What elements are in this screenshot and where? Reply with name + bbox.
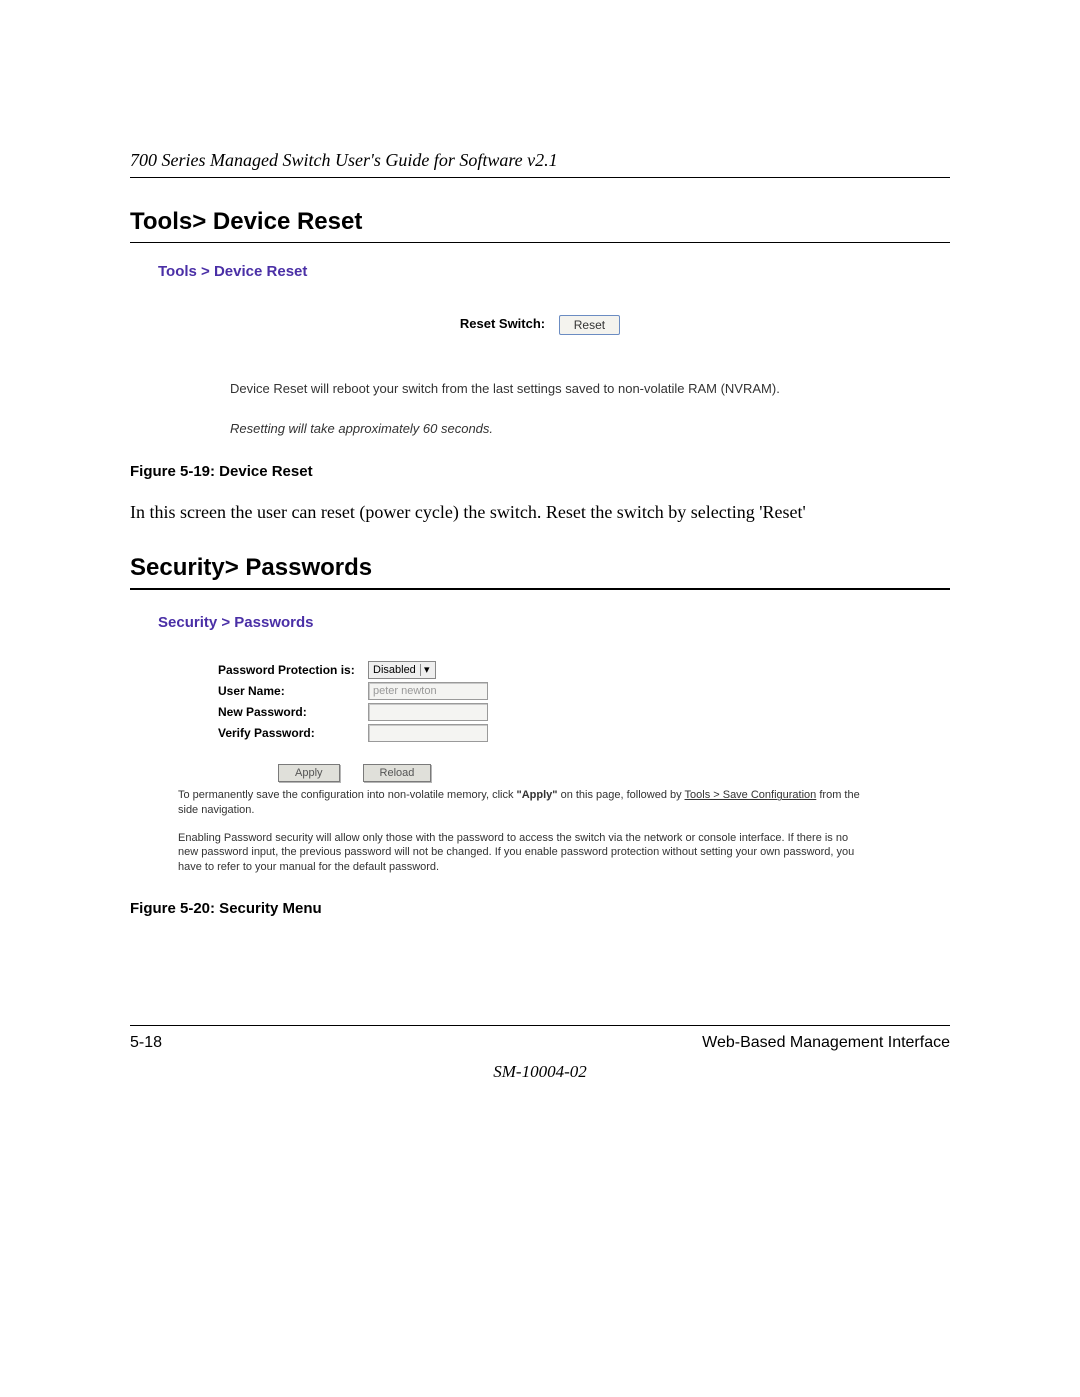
section-heading-security-passwords: Security> Passwords <box>130 554 950 582</box>
new-password-input[interactable]: . <box>368 703 488 721</box>
section1-body-text: In this screen the user can reset (power… <box>130 500 950 524</box>
help1-part-d: Tools > Save Configuration <box>685 789 817 801</box>
running-head: 700 Series Managed Switch User's Guide f… <box>130 150 950 178</box>
document-id: SM-10004-02 <box>130 1062 950 1082</box>
chevron-down-icon: ▾ <box>420 664 433 676</box>
section-heading-tools-device-reset: Tools> Device Reset <box>130 208 950 236</box>
footer-section-title: Web-Based Management Interface <box>702 1034 950 1052</box>
verify-password-input[interactable]: . <box>368 724 488 742</box>
username-label: User Name: <box>218 684 368 698</box>
password-protection-label: Password Protection is: <box>218 663 368 677</box>
figure-help-text-1: To permanently save the configuration in… <box>178 788 862 817</box>
new-password-label: New Password: <box>218 705 368 719</box>
form-button-row: Apply Reload <box>278 760 922 782</box>
help1-part-b: "Apply" <box>517 789 558 801</box>
figure-help-text-2: Enabling Password security will allow on… <box>178 831 862 874</box>
figure-caption-5-19: Figure 5-19: Device Reset <box>130 463 950 480</box>
heading-rule <box>130 242 950 243</box>
password-form: Password Protection is: Disabled ▾ User … <box>218 661 922 742</box>
reset-button[interactable]: Reset <box>559 315 620 335</box>
apply-button[interactable]: Apply <box>278 764 340 782</box>
page-number: 5-18 <box>130 1034 162 1052</box>
heading-rule-thick <box>130 588 950 590</box>
figure-breadcrumb-security: Security > Passwords <box>158 614 922 631</box>
figure-description-text: Device Reset will reboot your switch fro… <box>230 380 862 398</box>
help1-part-a: To permanently save the configuration in… <box>178 789 517 801</box>
figure-description-block: Device Reset will reboot your switch fro… <box>230 380 862 437</box>
figure-5-20: Security > Passwords Password Protection… <box>158 614 922 873</box>
document-page: 700 Series Managed Switch User's Guide f… <box>0 0 1080 1397</box>
figure-caption-5-20: Figure 5-20: Security Menu <box>130 900 950 917</box>
figure-breadcrumb: Tools > Device Reset <box>158 263 922 280</box>
reload-button[interactable]: Reload <box>363 764 432 782</box>
password-protection-select[interactable]: Disabled ▾ <box>368 661 436 679</box>
verify-password-label: Verify Password: <box>218 726 368 740</box>
password-protection-value: Disabled <box>373 664 416 676</box>
reset-switch-label: Reset Switch: <box>460 316 545 331</box>
footer-rule: 5-18 Web-Based Management Interface SM-1… <box>130 1025 950 1082</box>
reset-switch-row: Reset Switch: Reset <box>158 315 922 335</box>
help1-part-c: on this page, followed by <box>558 789 685 801</box>
figure-note-text: Resetting will take approximately 60 sec… <box>230 420 862 438</box>
figure-5-19: Tools > Device Reset Reset Switch: Reset… <box>158 263 922 437</box>
username-input[interactable]: peter newton <box>368 682 488 700</box>
